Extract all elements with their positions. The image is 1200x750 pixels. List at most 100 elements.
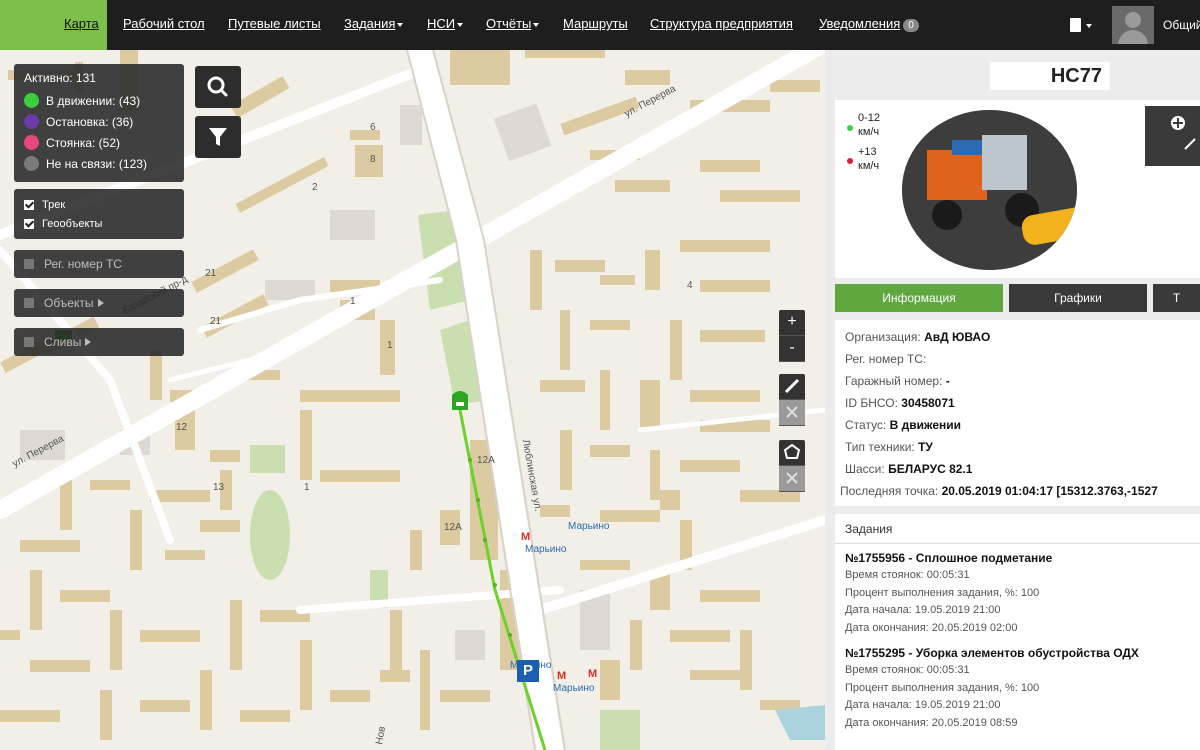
house-number: 6 [370, 122, 376, 133]
reg-number-filter[interactable]: Рег. номер ТС [14, 250, 184, 278]
house-number: 1 [304, 482, 310, 493]
chevron-down-icon[interactable] [1086, 24, 1092, 28]
move-icon [1171, 116, 1196, 150]
metro-icon[interactable]: M [588, 668, 597, 680]
nav-routes[interactable]: Маршруты [563, 16, 628, 31]
task-detail: Дата начала: 19.05.2019 21:00 [845, 699, 1001, 711]
info-organization: Организация: АвД ЮВАО [845, 330, 991, 344]
status-stop[interactable]: Остановка: (36) [24, 111, 174, 132]
checkbox-icon[interactable] [24, 298, 34, 308]
parking-icon[interactable]: P [517, 660, 539, 682]
notification-badge: 0 [903, 19, 919, 32]
status-label: Не на связи: (123) [46, 156, 147, 171]
vehicle-status-panel: Активно: 131 В движении: (43) Остановка:… [14, 64, 184, 182]
task-item[interactable]: №1755956 - Сплошное подметание Время сто… [835, 544, 1200, 639]
task-title[interactable]: №1755295 - Уборка элементов обустройства… [845, 646, 1190, 664]
status-label: В движении: (43) [46, 93, 141, 108]
filter-button[interactable] [195, 116, 241, 158]
delete-polygon-button[interactable] [779, 466, 805, 492]
layer-geoobjects-checkbox[interactable]: Геообъекты [24, 214, 174, 233]
house-number: 1 [387, 340, 393, 351]
task-detail: Дата начала: 19.05.2019 21:00 [845, 604, 1001, 616]
status-moving[interactable]: В движении: (43) [24, 90, 174, 111]
task-detail: Процент выполнения задания, %: 100 [845, 681, 1040, 694]
draw-polygon-button[interactable] [779, 440, 805, 466]
search-button[interactable] [195, 66, 241, 108]
nav-notifications[interactable]: Уведомления 0 [819, 16, 919, 32]
erase-icon [786, 406, 798, 418]
zoom-in-button[interactable]: + [779, 310, 805, 336]
top-nav: Карта Рабочий стол Путевые листы Задания… [0, 0, 1200, 50]
nav-waybills[interactable]: Путевые листы [228, 16, 321, 31]
metro-label: Марьино [553, 683, 595, 694]
tasks-header: Задания [835, 514, 1200, 544]
house-number: 21 [210, 316, 222, 327]
expand-tool[interactable] [1145, 106, 1200, 166]
metro-label: Марьино [525, 544, 567, 555]
drains-toggle[interactable]: Сливы [14, 328, 184, 356]
layer-track-checkbox[interactable]: Трек [24, 195, 174, 214]
vehicle-info-card: Организация: АвД ЮВАО Рег. номер ТС: Гар… [835, 320, 1200, 506]
chevron-down-icon [397, 22, 404, 27]
layers-panel: Трек Геообъекты [14, 189, 184, 239]
objects-label: Объекты [44, 296, 94, 310]
zoom-control: + - [779, 310, 805, 362]
nav-nsi[interactable]: НСИ [427, 16, 464, 31]
tab-charts[interactable]: Графики [1009, 284, 1147, 312]
info-last-point: Последняя точка: 20.05.2019 01:04:17 [15… [840, 484, 1158, 498]
drains-label: Сливы [44, 335, 82, 349]
status-label: Остановка: (36) [46, 114, 134, 129]
nav-tasks-label: Задания [344, 16, 396, 31]
layer-label: Геообъекты [42, 217, 103, 230]
nav-nsi-label: НСИ [427, 16, 456, 31]
checkbox-icon[interactable] [24, 259, 34, 269]
house-number: 8 [370, 154, 376, 165]
checkbox-icon[interactable] [24, 337, 34, 347]
status-offline[interactable]: Не на связи: (123) [24, 153, 174, 174]
task-detail: Процент выполнения задания, %: 100 [845, 586, 1040, 599]
metro-icon[interactable]: M [557, 670, 566, 682]
avatar[interactable] [1112, 6, 1154, 44]
house-number: 2 [312, 182, 318, 193]
speed-high-dot-icon [847, 158, 853, 164]
checkbox-icon[interactable] [24, 199, 34, 210]
vehicle-title: НС77 [990, 62, 1110, 90]
document-icon[interactable] [1070, 18, 1081, 32]
speed-high-label: +13 км/ч [858, 146, 880, 172]
info-garage-number: Гаражный номер: - [845, 374, 950, 388]
objects-toggle[interactable]: Объекты [14, 289, 184, 317]
nav-reports-label: Отчёты [486, 16, 532, 31]
speed-low-label: 0-12 км/ч [858, 112, 881, 138]
chevron-right-icon [85, 338, 92, 346]
nav-structure[interactable]: Структура предприятия [650, 16, 793, 31]
nav-reports[interactable]: Отчёты [486, 16, 540, 31]
status-parking[interactable]: Стоянка: (52) [24, 132, 174, 153]
delete-drawing-button[interactable] [779, 400, 805, 426]
house-number: 21 [205, 268, 217, 279]
task-title[interactable]: №1755956 - Сплошное подметание [845, 551, 1190, 569]
vehicle-photo [902, 110, 1077, 270]
active-count: Активно: 131 [24, 71, 96, 85]
task-detail: Дата окончания: 20.05.2019 02:00 [845, 621, 1018, 634]
info-vehicle-type: Тип техники: ТУ [845, 440, 933, 454]
reg-number-label: Рег. номер ТС [44, 257, 122, 271]
pencil-icon [784, 378, 800, 394]
chevron-right-icon [97, 299, 104, 307]
nav-desktop[interactable]: Рабочий стол [123, 16, 205, 31]
house-number: 12А [444, 522, 462, 533]
polygon-icon [783, 443, 801, 459]
nav-tasks[interactable]: Задания [344, 16, 404, 31]
metro-icon[interactable]: M [521, 531, 530, 543]
task-detail: Время стоянок: 00:05:31 [845, 569, 970, 581]
metro-label: Марьино [568, 521, 610, 532]
draw-line-button[interactable] [779, 374, 805, 400]
zoom-out-button[interactable]: - [779, 336, 805, 362]
tab-more[interactable]: Т [1153, 284, 1200, 312]
task-item[interactable]: №1755295 - Уборка элементов обустройства… [835, 639, 1200, 734]
status-dot-icon [24, 135, 39, 150]
user-name[interactable]: Общий [1163, 18, 1200, 32]
tab-info[interactable]: Информация [835, 284, 1003, 312]
nav-map[interactable]: Карта [56, 0, 107, 50]
checkbox-icon[interactable] [24, 218, 34, 229]
tasks-card: Задания №1755956 - Сплошное подметание В… [835, 514, 1200, 750]
